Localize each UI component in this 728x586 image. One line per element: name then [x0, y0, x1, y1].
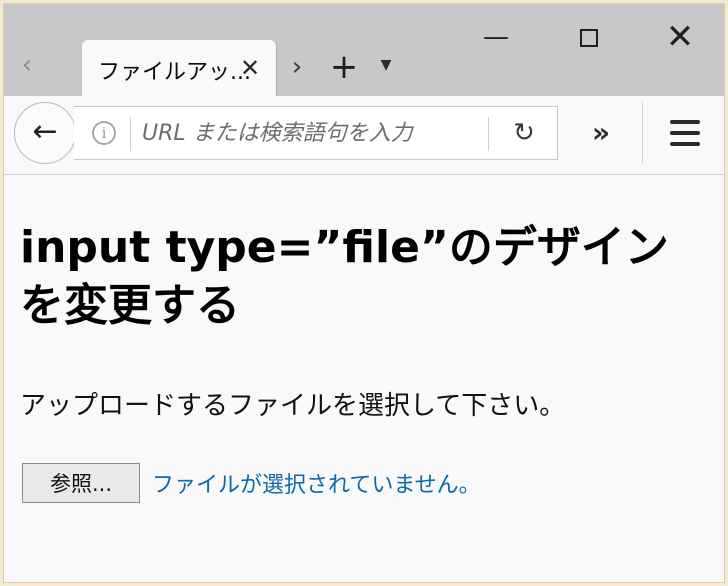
tab-scroll-left-icon[interactable]: ‹	[10, 40, 44, 90]
hamburger-menu-icon[interactable]	[660, 112, 706, 154]
menu-bar-line	[670, 142, 700, 146]
page-title: input type=”file”のデザインを変更する	[20, 222, 669, 331]
tab-title: ファイルアッ...	[98, 60, 251, 85]
close-window-button[interactable]: ✕	[650, 12, 710, 62]
overflow-menu-button[interactable]: »	[578, 112, 624, 154]
chevron-down-icon[interactable]: ▼	[374, 50, 398, 80]
url-bar[interactable]: i ↻	[74, 106, 558, 160]
reload-icon[interactable]: ↻	[502, 113, 546, 153]
url-divider	[488, 117, 489, 151]
navigation-bar: ← i ↻ »	[4, 96, 724, 175]
browser-window: ‹ ファイルアッ... ✕ › + ▼ — ✕ ← i ↻ »	[3, 3, 725, 583]
tab-scroll-right-icon[interactable]: ›	[282, 44, 312, 90]
url-divider	[130, 117, 131, 151]
tab-active[interactable]: ファイルアッ... ✕	[82, 40, 276, 96]
page-content: input type=”file”のデザインを変更する アップロードするファイル…	[4, 175, 724, 582]
toolbar-divider	[642, 102, 643, 164]
minimize-button[interactable]: —	[466, 12, 526, 62]
menu-bar-line	[670, 131, 700, 135]
browse-file-button[interactable]: 参照...	[22, 463, 140, 503]
file-status-text: ファイルが選択されていません。	[152, 473, 481, 498]
url-input[interactable]	[142, 113, 444, 153]
new-tab-button[interactable]: +	[326, 44, 362, 90]
maximize-icon	[580, 28, 598, 47]
menu-bar-line	[670, 120, 700, 124]
maximize-button[interactable]	[559, 12, 619, 62]
tab-strip: ‹ ファイルアッ... ✕ › + ▼ — ✕	[4, 4, 724, 96]
upload-instruction: アップロードするファイルを選択して下さい。	[20, 391, 566, 421]
tab-close-icon[interactable]: ✕	[236, 54, 264, 82]
back-button[interactable]: ←	[14, 102, 76, 164]
info-icon[interactable]: i	[92, 121, 116, 145]
